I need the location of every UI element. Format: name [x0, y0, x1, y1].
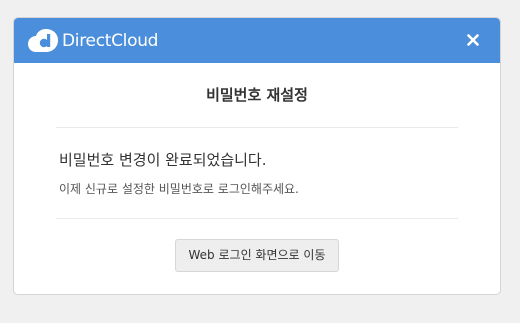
logo-text: DirectCloud	[62, 31, 159, 51]
dialog-actions: Web 로그인 화면으로 이동	[14, 219, 500, 272]
instruction-message: 이제 신규로 설정한 비밀번호로 로그인해주세요.	[59, 182, 299, 196]
go-to-web-login-button[interactable]: Web 로그인 화면으로 이동	[174, 239, 340, 272]
top-divider	[56, 127, 458, 128]
password-reset-dialog: DirectCloud 비밀번호 재설정 비밀번호 변경이 완료되었습니다. 이…	[13, 17, 501, 295]
success-message: 비밀번호 변경이 완료되었습니다.	[59, 151, 267, 169]
cloud-logo-icon	[28, 29, 58, 52]
close-button[interactable]	[462, 29, 484, 51]
directcloud-logo: DirectCloud	[27, 27, 158, 55]
message-block: 비밀번호 변경이 완료되었습니다. 이제 신규로 설정한 비밀번호로 로그인해주…	[14, 150, 500, 197]
dialog-header: DirectCloud	[14, 18, 500, 63]
close-icon	[467, 34, 479, 46]
dialog-title: 비밀번호 재설정	[206, 86, 308, 104]
